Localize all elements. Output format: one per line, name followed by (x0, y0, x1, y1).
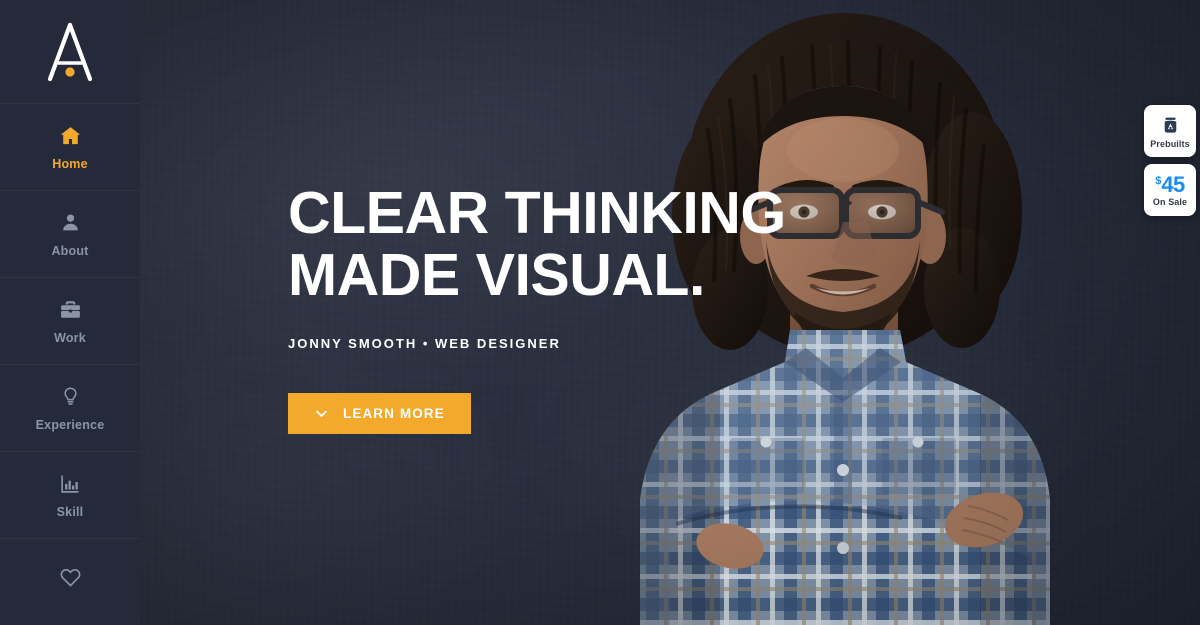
sidebar-item-label: About (51, 243, 89, 258)
hero-subtitle: JONNY SMOOTH • WEB DESIGNER (288, 336, 561, 351)
sidebar: Home About Work Experience Skill (0, 0, 140, 625)
page-title: CLEAR THINKING MADE VISUAL. (288, 182, 808, 306)
on-sale-label: On Sale (1152, 196, 1188, 207)
brand-logo[interactable] (0, 0, 140, 103)
letter-a-with-dot-logo (42, 21, 98, 83)
person-icon (57, 211, 83, 235)
prebuilts-card[interactable]: Prebuilts (1144, 105, 1196, 157)
sidebar-item-favorites[interactable] (0, 538, 140, 625)
sidebar-item-label: Home (52, 156, 88, 171)
sidebar-item-about[interactable]: About (0, 190, 140, 277)
hero-content: CLEAR THINKING MADE VISUAL. JONNY SMOOTH… (288, 182, 808, 434)
hero-stage: CLEAR THINKING MADE VISUAL. JONNY SMOOTH… (140, 0, 1200, 625)
sidebar-item-label: Skill (56, 504, 84, 519)
briefcase-icon (57, 298, 83, 322)
sidebar-nav: Home About Work Experience Skill (0, 103, 140, 625)
headline-line-2: MADE VISUAL. (288, 242, 705, 308)
sidebar-item-experience[interactable]: Experience (0, 364, 140, 451)
learn-more-label: LEARN MORE (343, 406, 445, 421)
sidebar-item-work[interactable]: Work (0, 277, 140, 364)
on-sale-card[interactable]: $ 45 On Sale (1144, 164, 1196, 216)
sidebar-item-home[interactable]: Home (0, 103, 140, 190)
hero-screen: Home About Work Experience Skill CLEAR T… (0, 0, 1200, 625)
prebuilts-jar-icon (1160, 115, 1181, 136)
sidebar-item-label: Experience (35, 417, 105, 432)
floating-widget: Prebuilts $ 45 On Sale (1144, 105, 1196, 216)
lightbulb-icon (57, 385, 83, 409)
bar-chart-icon (57, 472, 83, 496)
heart-icon (57, 566, 83, 590)
headline-line-1: CLEAR THINKING (288, 180, 786, 246)
learn-more-button[interactable]: LEARN MORE (288, 393, 471, 434)
sidebar-item-skill[interactable]: Skill (0, 451, 140, 538)
sidebar-item-label: Work (54, 330, 86, 345)
chevron-down-icon (314, 406, 329, 421)
price-amount: 45 (1161, 171, 1185, 197)
price-value: $ 45 (1155, 171, 1185, 197)
prebuilts-label: Prebuilts (1150, 139, 1190, 149)
home-icon (57, 124, 83, 148)
